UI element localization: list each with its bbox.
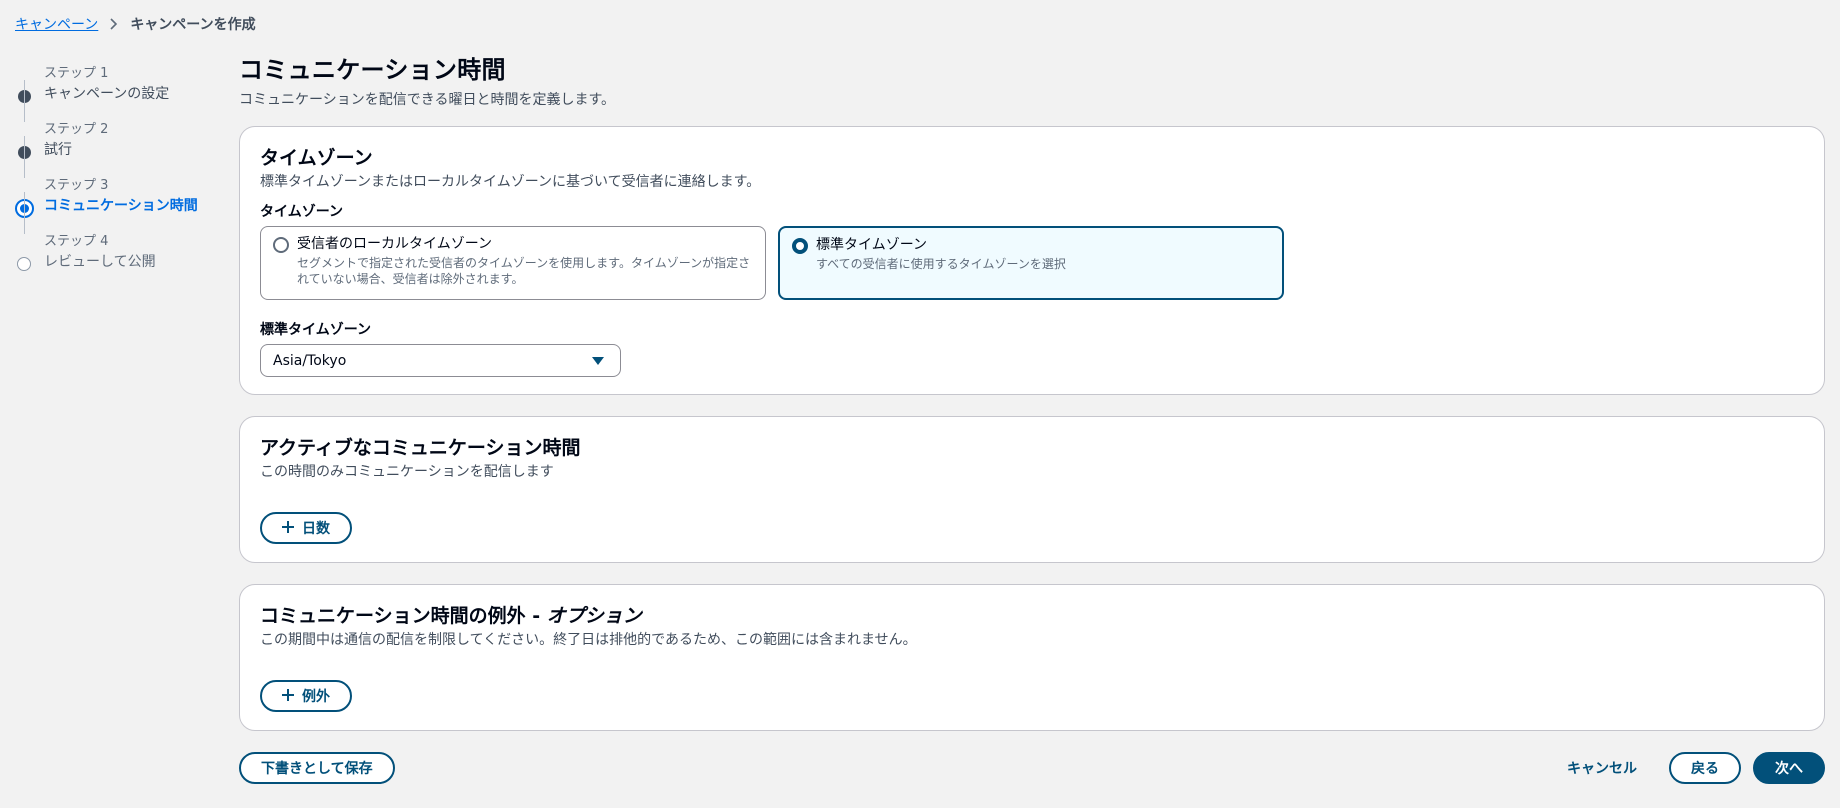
standard-timezone-label: 標準タイムゾーン — [260, 322, 372, 338]
caret-down-icon — [592, 356, 604, 365]
breadcrumb: キャンペーン キャンペーンを作成 — [15, 14, 256, 34]
wizard-step-3: ステップ 3 コミュニケーション時間 — [15, 136, 215, 234]
select-value: Asia/Tokyo — [273, 352, 347, 369]
exceptions-description: この期間中は通信の配信を制限してください。終了日は排他的であるため、この範囲には… — [260, 632, 917, 648]
tile-title: 受信者のローカルタイムゾーン — [297, 236, 493, 252]
wizard-step-1[interactable]: ステップ 1 キャンペーンの設定 — [15, 66, 215, 122]
standard-timezone-tile[interactable]: 標準タイムゾーン すべての受信者に使用するタイムゾーンを選択 — [778, 226, 1284, 300]
timezone-radio-group: 受信者のローカルタイムゾーン セグメントで指定された受信者のタイムゾーンを使用し… — [260, 226, 1804, 300]
optional-label: オプション — [546, 605, 642, 627]
step-name: レビューして公開 — [44, 254, 156, 270]
radio-button-checked[interactable] — [792, 238, 808, 254]
tile-description: すべての受信者に使用するタイムゾーンを選択 — [816, 257, 1066, 271]
page-description: コミュニケーションを配信できる曜日と時間を定義します。 — [239, 92, 616, 108]
local-timezone-tile[interactable]: 受信者のローカルタイムゾーン セグメントで指定された受信者のタイムゾーンを使用し… — [260, 226, 766, 300]
timezone-container: タイムゾーン 標準タイムゾーンまたはローカルタイムゾーンに基づいて受信者に連絡し… — [239, 126, 1825, 395]
wizard-steps-nav: ステップ 1 キャンペーンの設定 ステップ 2 試行 ステップ 3 コミュニケー… — [15, 66, 215, 290]
tile-description: セグメントで指定された受信者のタイムゾーンを使用します。タイムゾーンが指定されて… — [297, 256, 751, 286]
button-label: 日数 — [302, 521, 330, 537]
next-button[interactable]: 次へ — [1753, 752, 1825, 784]
exceptions-heading-text: コミュニケーション時間の例外 - — [260, 605, 547, 627]
radio-button[interactable] — [273, 237, 289, 253]
chevron-right-icon — [110, 18, 118, 30]
add-days-button[interactable]: 日数 — [260, 512, 352, 544]
page-header: コミュニケーション時間 コミュニケーションを配信できる曜日と時間を定義します。 — [239, 52, 1825, 110]
step-name[interactable]: 試行 — [44, 140, 215, 160]
active-hours-description: この時間のみコミュニケーションを配信します — [260, 464, 554, 480]
exceptions-container: コミュニケーション時間の例外 - オプション この期間中は通信の配信を制限してく… — [239, 584, 1825, 731]
step-future-indicator — [17, 257, 31, 271]
back-button[interactable]: 戻る — [1669, 752, 1741, 784]
step-number: ステップ 3 — [44, 178, 109, 193]
button-label: 例外 — [302, 689, 330, 705]
cancel-button[interactable]: キャンセル — [1547, 752, 1657, 784]
breadcrumb-current: キャンペーンを作成 — [130, 17, 256, 33]
save-draft-button[interactable]: 下書きとして保存 — [239, 752, 395, 784]
add-exception-button[interactable]: 例外 — [260, 680, 352, 712]
tile-title: 標準タイムゾーン — [816, 237, 928, 253]
plus-icon — [282, 519, 294, 537]
step-name: コミュニケーション時間 — [44, 198, 198, 214]
footer-left: 下書きとして保存 — [239, 752, 395, 784]
timezone-heading: タイムゾーン — [260, 147, 373, 169]
plus-icon — [282, 687, 294, 705]
step-number: ステップ 1 — [44, 66, 109, 81]
page-title: コミュニケーション時間 — [239, 56, 506, 84]
step-number: ステップ 4 — [44, 234, 109, 249]
timezone-field-label: タイムゾーン — [260, 204, 344, 220]
wizard-step-4: ステップ 4 レビューして公開 — [15, 192, 215, 290]
step-number: ステップ 2 — [44, 122, 109, 137]
active-hours-container: アクティブなコミュニケーション時間 この時間のみコミュニケーションを配信します … — [239, 416, 1825, 563]
timezone-description: 標準タイムゾーンまたはローカルタイムゾーンに基づいて受信者に連絡します。 — [260, 174, 761, 190]
wizard-step-2[interactable]: ステップ 2 試行 — [15, 80, 215, 178]
active-hours-heading: アクティブなコミュニケーション時間 — [260, 437, 581, 459]
footer-actions: キャンセル 戻る 次へ — [1547, 752, 1825, 784]
step-name[interactable]: キャンペーンの設定 — [44, 84, 215, 104]
standard-timezone-select[interactable]: Asia/Tokyo — [260, 344, 621, 377]
exceptions-heading: コミュニケーション時間の例外 - オプション — [260, 603, 1804, 629]
breadcrumb-link-campaigns[interactable]: キャンペーン — [15, 14, 98, 34]
